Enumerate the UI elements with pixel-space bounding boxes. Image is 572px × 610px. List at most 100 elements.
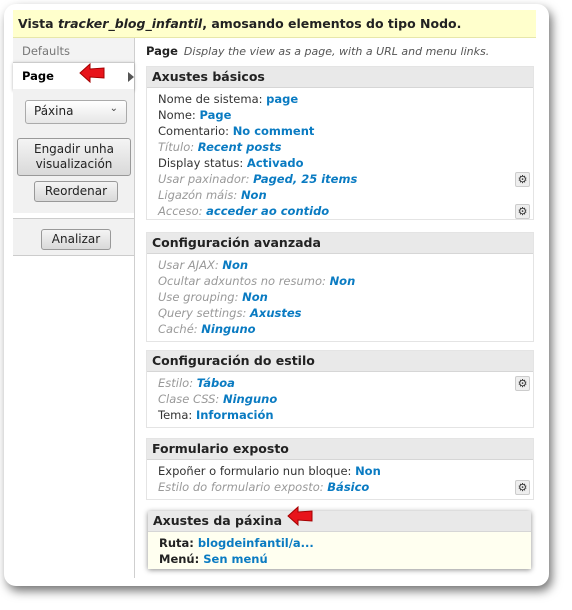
panel-page-settings: Axustes da páxina Ruta: blogdeinfantil/a…: [148, 511, 531, 569]
setting-row: Estilo: Táboa ⚙: [147, 375, 533, 391]
gear-icon[interactable]: ⚙: [515, 204, 530, 219]
setting-value-link[interactable]: Non: [330, 274, 356, 288]
panel-title-bar: Axustes básicos: [147, 67, 533, 88]
gear-icon[interactable]: ⚙: [515, 480, 530, 495]
panel-title: Formulario exposto: [152, 441, 289, 456]
setting-value-link[interactable]: Paged, 25 items: [253, 172, 357, 186]
setting-value-link[interactable]: acceder ao contido: [206, 204, 329, 218]
reorder-button[interactable]: Reordenar: [34, 181, 118, 202]
setting-row: Tema: Información: [147, 407, 533, 423]
setting-row: Menú: Sen menú: [148, 551, 531, 567]
add-display-button[interactable]: Engadir unha visualización: [17, 138, 131, 176]
sidebar-item-defaults[interactable]: Defaults: [13, 38, 134, 63]
displays-sidebar: Defaults Page Páxina ⌄ Engadir unha visu…: [13, 38, 135, 578]
gear-icon[interactable]: ⚙: [515, 172, 530, 187]
setting-label: Nome: Page: [158, 108, 232, 122]
setting-value-link[interactable]: Información: [196, 408, 274, 422]
setting-value-link[interactable]: Activado: [247, 156, 304, 170]
setting-label: Usar paxinador: Paged, 25 items: [158, 172, 358, 186]
panel-exposed-form: Formulario exposto Expoñer o formulario …: [146, 438, 534, 500]
active-display-pointer-icon: [128, 72, 134, 82]
panel-basic-settings: Axustes básicos Nome de sistema: page Nom…: [146, 66, 534, 220]
setting-value-link[interactable]: blogdeinfantil/a...: [198, 536, 314, 550]
setting-row: Usar paxinador: Paged, 25 items ⚙: [147, 171, 533, 187]
panel-rows: Expoñer o formulario nun bloque: Non Esti…: [147, 460, 533, 495]
setting-row: Ruta: blogdeinfantil/a...: [148, 535, 531, 551]
setting-label: Tema: Información: [158, 408, 274, 422]
display-page-description: Display the view as a page, with a URL a…: [183, 45, 490, 58]
setting-row: Expoñer o formulario nun bloque: Non: [147, 463, 533, 479]
panel-title-bar: Configuración do estilo: [147, 351, 533, 372]
setting-row: Nome: Page: [147, 107, 533, 123]
setting-row: Comentario: No comment: [147, 123, 533, 139]
display-type-select[interactable]: Páxina ⌄: [25, 100, 127, 124]
setting-label: Estilo do formulario exposto: Básico: [158, 480, 370, 494]
setting-label: Clase CSS: Ninguno: [158, 392, 278, 406]
panel-rows: Nome de sistema: page Nome: Page Comentari…: [147, 88, 533, 219]
setting-value-link[interactable]: Táboa: [197, 376, 235, 390]
view-header: Vista tracker_blog_infantil, amosando el…: [13, 10, 536, 38]
panel-rows: Estilo: Táboa ⚙ Clase CSS: Ninguno Tema: In…: [147, 372, 533, 423]
setting-label: Acceso: acceder ao contido: [158, 204, 330, 218]
setting-row: Clase CSS: Ninguno: [147, 391, 533, 407]
setting-label: Menú: Sen menú: [159, 552, 268, 566]
setting-label: Expoñer o formulario nun bloque: Non: [158, 464, 381, 478]
display-type-value: Páxina: [34, 104, 74, 118]
display-page-header: Page Display the view as a page, with a U…: [146, 44, 489, 58]
setting-label: Use grouping: Non: [158, 290, 268, 304]
display-page-title: Page: [146, 44, 178, 58]
chevron-down-icon: ⌄: [109, 103, 118, 114]
setting-row: Display status: Activado: [147, 155, 533, 171]
setting-row: Título: Recent posts: [147, 139, 533, 155]
setting-row: Query settings: Axustes: [147, 305, 533, 321]
setting-label: Usar AJAX: Non: [158, 258, 249, 272]
setting-value-link[interactable]: Axustes: [250, 306, 302, 320]
setting-row: Acceso: acceder ao contido ⚙: [147, 203, 533, 219]
setting-value-link[interactable]: Ninguno: [223, 392, 277, 406]
panel-title: Axustes da páxina: [153, 513, 283, 528]
setting-label: Query settings: Axustes: [158, 306, 302, 320]
setting-value-link[interactable]: Non: [242, 290, 268, 304]
setting-value-link[interactable]: Recent posts: [198, 140, 282, 154]
setting-value-link[interactable]: page: [266, 92, 298, 106]
setting-value-link[interactable]: Non: [355, 464, 381, 478]
setting-row: Ligazón máis: Non: [147, 187, 533, 203]
panel-rows: Ruta: blogdeinfantil/a... Menú: Sen menú: [148, 532, 531, 567]
panel-title-bar: Axustes da páxina: [148, 511, 531, 532]
setting-label: Estilo: Táboa: [158, 376, 235, 390]
setting-value-link[interactable]: No comment: [233, 124, 315, 138]
setting-label: Display status: Activado: [158, 156, 304, 170]
panel-title: Axustes básicos: [152, 69, 265, 84]
sidebar-item-page[interactable]: Page: [13, 62, 134, 90]
setting-row: Caché: Ninguno: [147, 321, 533, 337]
setting-label: Ocultar adxuntos no resumo: Non: [158, 274, 356, 288]
setting-row: Ocultar adxuntos no resumo: Non: [147, 273, 533, 289]
setting-value-link[interactable]: Non: [241, 188, 267, 202]
analyze-button[interactable]: Analizar: [41, 229, 111, 250]
setting-label: Título: Recent posts: [158, 140, 282, 154]
setting-value-link[interactable]: Ninguno: [201, 322, 255, 336]
red-arrow-icon: [79, 62, 105, 84]
setting-value-link[interactable]: Non: [222, 258, 248, 272]
setting-row: Use grouping: Non: [147, 289, 533, 305]
panel-title-bar: Formulario exposto: [147, 439, 533, 460]
panel-title: Configuración do estilo: [152, 353, 315, 368]
setting-value-link[interactable]: Básico: [327, 480, 369, 494]
setting-value-link[interactable]: Page: [199, 108, 231, 122]
red-arrow-icon: [287, 505, 313, 527]
setting-row: Nome de sistema: page: [147, 91, 533, 107]
setting-value-link[interactable]: Sen menú: [203, 552, 267, 566]
setting-row: Usar AJAX: Non: [147, 257, 533, 273]
setting-label: Nome de sistema: page: [158, 92, 299, 106]
setting-label: Caché: Ninguno: [158, 322, 256, 336]
view-header-text: Vista tracker_blog_infantil, amosando el…: [18, 16, 462, 31]
panel-advanced-settings: Configuración avanzada Usar AJAX: Non Ocu…: [146, 232, 534, 342]
setting-label: Comentario: No comment: [158, 124, 315, 138]
setting-label: Ligazón máis: Non: [158, 188, 267, 202]
panel-style-settings: Configuración do estilo Estilo: Táboa ⚙ Cl…: [146, 350, 534, 428]
window-frame: Vista tracker_blog_infantil, amosando el…: [4, 4, 549, 586]
setting-row: Estilo do formulario exposto: Básico ⚙: [147, 479, 533, 495]
panel-rows: Usar AJAX: Non Ocultar adxuntos no resumo…: [147, 254, 533, 337]
gear-icon[interactable]: ⚙: [515, 376, 530, 391]
panel-title-bar: Configuración avanzada: [147, 233, 533, 254]
